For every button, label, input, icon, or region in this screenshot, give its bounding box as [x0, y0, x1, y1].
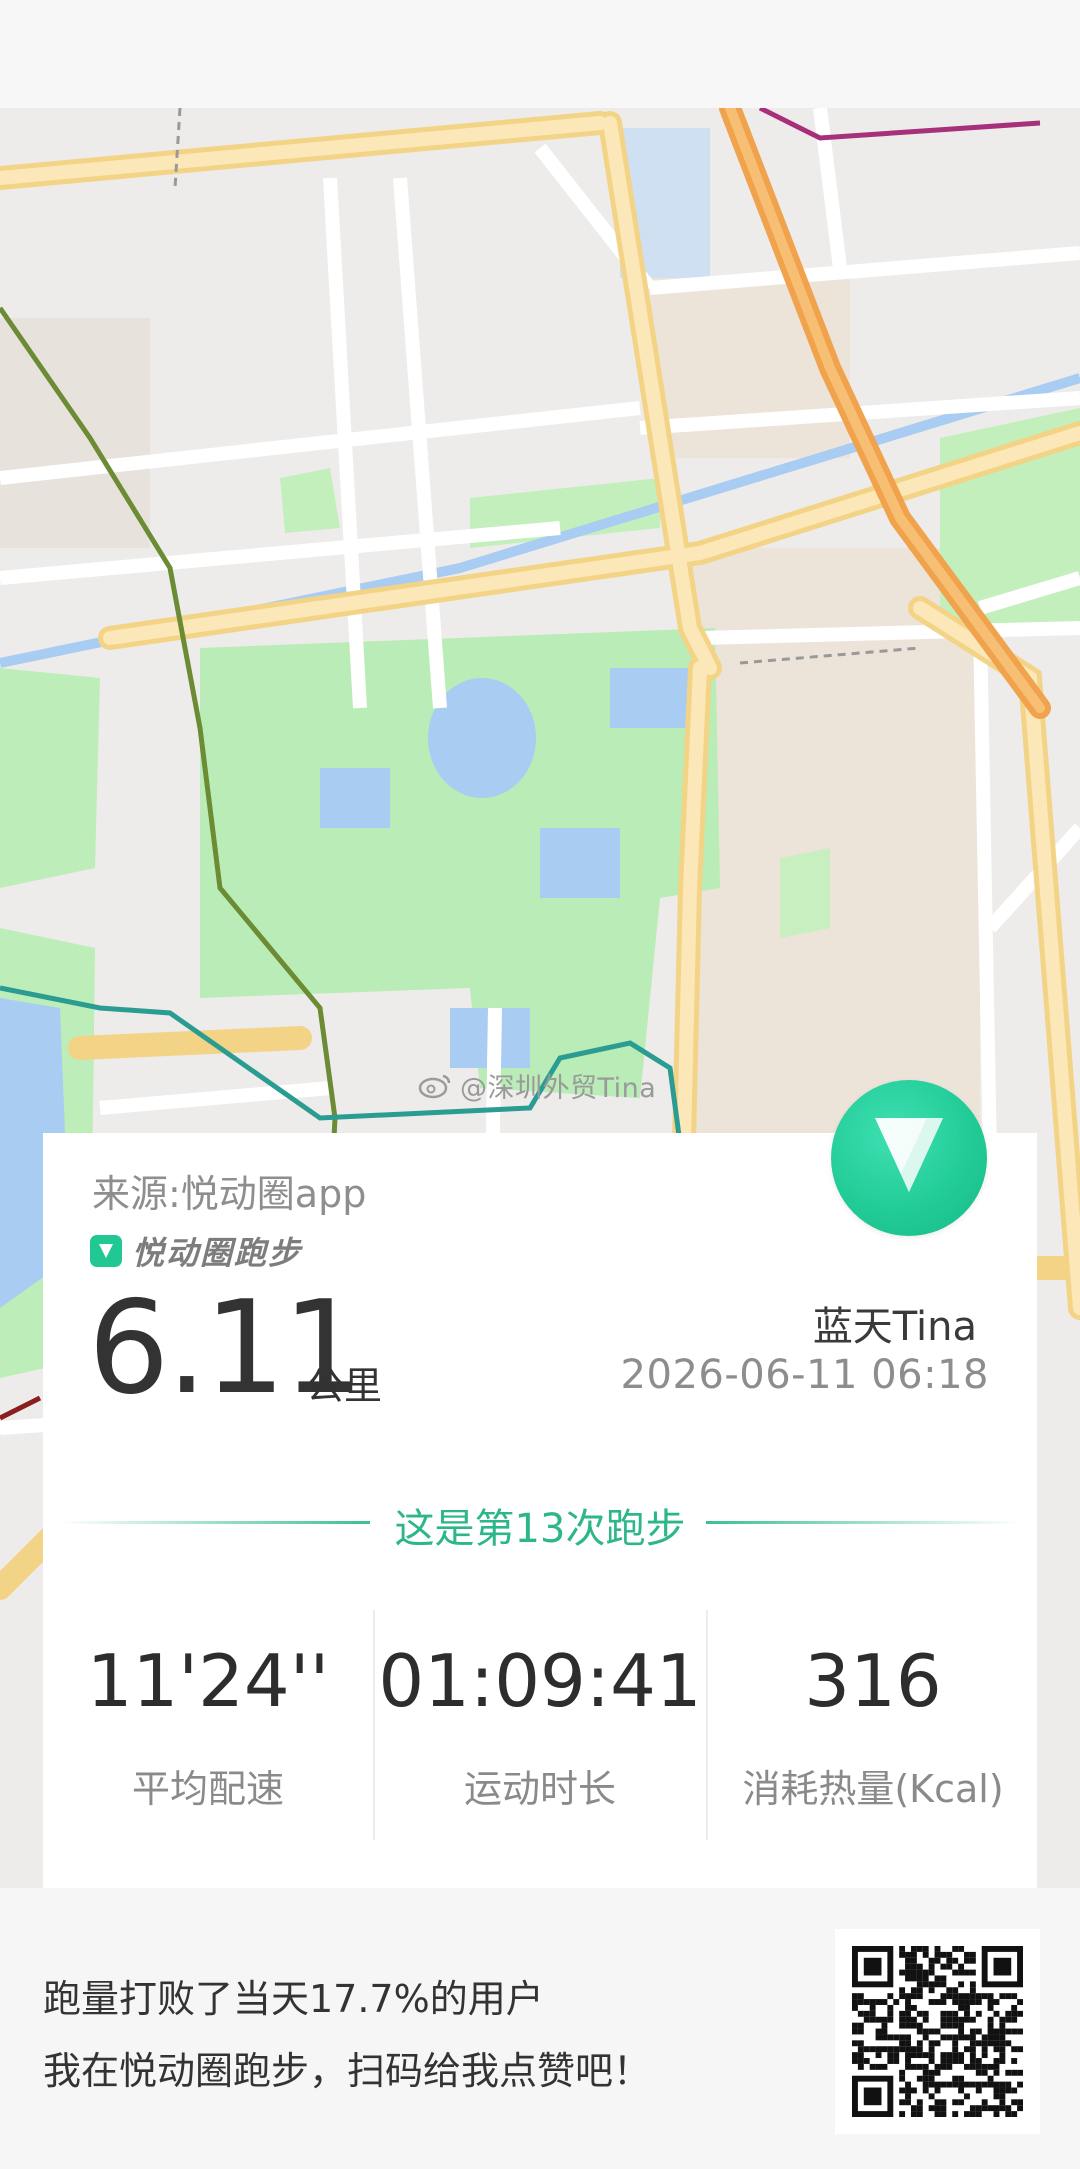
yuedongquan-logo-icon	[831, 1080, 987, 1236]
qr-code[interactable]	[835, 1929, 1040, 2134]
footer-rank-text: 跑量打败了当天17.7%的用户	[43, 1977, 544, 2021]
divider-right	[706, 1521, 1020, 1524]
stat-calories-label: 消耗热量(Kcal)	[742, 1767, 1004, 1811]
run-count-text: 这是第13次跑步	[394, 1506, 686, 1552]
watermark-text: @深圳外贸Tina	[460, 1073, 657, 1104]
distance-unit: 公里	[306, 1364, 383, 1408]
qr-code-pattern	[852, 1946, 1023, 2117]
user-name: 蓝天Tina	[812, 1304, 977, 1350]
weibo-watermark: @深圳外贸Tina	[418, 1066, 656, 1105]
stat-duration-value: 01:09:41	[378, 1639, 702, 1723]
footer-cta-text: 我在悦动圈跑步，扫码给我点赞吧！	[43, 2049, 652, 2093]
run-datetime: 2026-06-11 06:18	[620, 1352, 989, 1398]
brand: 悦动圈跑步	[90, 1228, 302, 1274]
top-blank-band	[0, 0, 1080, 108]
stat-duration-label: 运动时长	[463, 1767, 616, 1811]
source-label: 来源:悦动圈app	[92, 1172, 367, 1216]
stat-pace-label: 平均配速	[131, 1767, 284, 1811]
stat-calories-value: 316	[804, 1639, 942, 1723]
brand-name: 悦动圈跑步	[132, 1234, 303, 1272]
stat-pace-value: 11'24''	[86, 1639, 330, 1723]
weibo-icon	[418, 1074, 451, 1098]
brand-logo-icon	[90, 1235, 122, 1267]
